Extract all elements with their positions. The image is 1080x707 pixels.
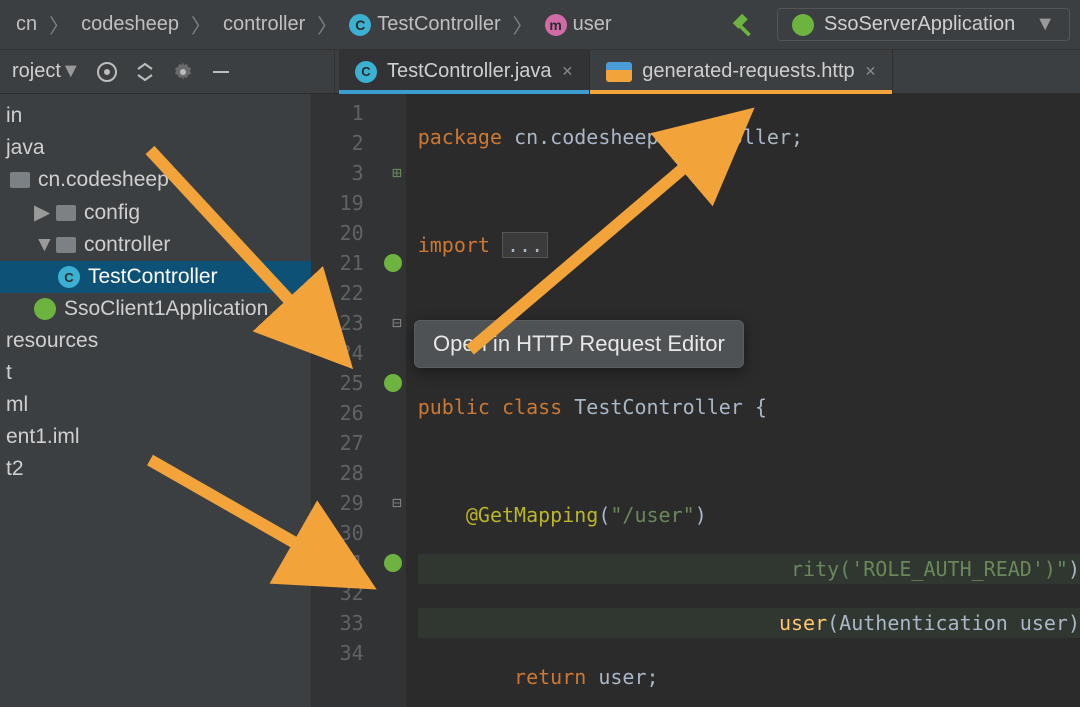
tree-row[interactable]: in [0,100,311,132]
breadcrumb-sep: 〉 [49,10,69,39]
code-param: Authentication user [839,611,1068,635]
gutter-line[interactable]: 22 [312,278,406,308]
gutter-line[interactable]: 21 [312,248,406,278]
close-icon[interactable]: ✕ [865,63,877,80]
spring-boot-icon [792,14,814,36]
tree-row-controller[interactable]: ▼ controller [0,229,311,261]
tree-row-testcontroller[interactable]: C TestController [0,261,311,293]
gutter-line[interactable]: 23⊟ [312,308,406,338]
project-tree[interactable]: in java cn.codesheep ▶ config ▼ controll… [0,94,312,707]
breadcrumb-sep: 〉 [191,10,211,39]
breadcrumb-sep: 〉 [317,10,337,39]
class-icon: C [349,14,371,36]
gutter-line[interactable]: 32 [312,578,406,608]
gutter-line[interactable]: 27 [312,428,406,458]
code-annotation: @GetMapping [466,503,598,527]
breadcrumb-class[interactable]: C TestController [343,11,506,38]
gutter-line[interactable]: 19 [312,188,406,218]
code-kw: package [418,125,502,149]
breadcrumb-method[interactable]: m user [539,11,618,38]
gutter-line[interactable]: 25 [312,368,406,398]
fold-icon[interactable]: ⊟ [392,308,402,338]
build-icon[interactable] [729,10,759,40]
gutter-line[interactable]: 20 [312,218,406,248]
run-config-label: SsoServerApplication [824,13,1015,36]
tooltip-open-http-editor: Open in HTTP Request Editor [414,320,744,368]
gutter-line[interactable]: 33 [312,608,406,638]
code-kw: return [514,665,586,689]
tree-row[interactable]: ml [0,389,311,421]
chevron-down-icon: ▼ [1035,13,1055,36]
spring-boot-icon [34,298,56,320]
code-area[interactable]: package cn.codesheep.controller; import … [406,94,1080,707]
code-str: rity('ROLE_AUTH_READ')" [791,557,1068,581]
tab-label: TestController.java [387,60,552,83]
gutter-line[interactable]: 3⊞ [312,158,406,188]
folded-imports[interactable]: ... [502,232,548,258]
tab-generated-requests[interactable]: generated-requests.http ✕ [590,50,893,93]
code-kw: public class [418,395,563,419]
project-tool-window-header: roject▼ [0,50,335,93]
chevron-down-icon: ▼ [34,233,48,257]
spring-run-icon[interactable] [384,254,402,272]
gutter-line[interactable]: 26 [312,398,406,428]
code-kw: import [418,233,490,257]
http-api-icon [606,62,632,82]
folder-icon [10,172,30,188]
gutter-line[interactable]: 31 [312,548,406,578]
gutter-line[interactable]: 24 [312,338,406,368]
code-str: "/user" [610,503,694,527]
topbar: cn 〉 codesheep 〉 controller 〉 C TestCont… [0,0,1080,50]
gutter-line[interactable]: 28 [312,458,406,488]
row2: roject▼ C TestController.java ✕ generate… [0,50,1080,94]
editor[interactable]: 1 2 3⊞ 19 20 21 22 23⊟ 24 25 26 27 28 29… [312,94,1080,707]
run-config-selector[interactable]: SsoServerApplication ▼ [777,8,1070,41]
code-type: TestController [574,395,743,419]
fold-icon[interactable]: ⊟ [392,488,402,518]
breadcrumb-controller[interactable]: controller [217,11,311,38]
code-text: user [598,665,646,689]
select-opened-file-icon[interactable] [95,60,119,84]
tree-row[interactable]: ent1.iml [0,421,311,453]
tree-row-config[interactable]: ▶ config [0,196,311,229]
tree-row[interactable]: java [0,132,311,164]
code-text: cn.codesheep.controller [514,125,791,149]
tab-label: generated-requests.http [642,60,854,83]
tree-row-package[interactable]: cn.codesheep [0,164,311,196]
chevron-right-icon: ▶ [34,200,48,225]
tree-row-ssoclient[interactable]: SsoClient1Application [0,293,311,325]
gutter-line[interactable]: 1 [312,98,406,128]
class-file-icon: C [355,61,377,83]
main: in java cn.codesheep ▶ config ▼ controll… [0,94,1080,707]
breadcrumb-codesheep[interactable]: codesheep [75,11,185,38]
project-label[interactable]: roject▼ [12,60,81,83]
class-icon: C [58,266,80,288]
settings-icon[interactable] [171,60,195,84]
breadcrumb: cn 〉 codesheep 〉 controller 〉 C TestCont… [10,10,618,39]
method-icon: m [545,14,567,36]
expand-all-icon[interactable] [133,60,157,84]
close-icon[interactable]: ✕ [562,63,574,80]
gutter-line[interactable]: 34 [312,638,406,668]
hide-icon[interactable] [209,60,233,84]
gutter-line[interactable]: 29⊟ [312,488,406,518]
gutter-line[interactable]: 30 [312,518,406,548]
folder-icon [56,237,76,253]
expand-icon[interactable]: ⊞ [392,158,402,188]
folder-icon [56,205,76,221]
spring-run-icon[interactable] [384,374,402,392]
gutter[interactable]: 1 2 3⊞ 19 20 21 22 23⊟ 24 25 26 27 28 29… [312,94,406,707]
breadcrumb-cn[interactable]: cn [10,11,43,38]
tree-row[interactable]: t2 [0,453,311,485]
breadcrumb-sep: 〉 [513,10,533,39]
gutter-line[interactable]: 2 [312,128,406,158]
code-fn: user [779,611,827,635]
spring-run-icon[interactable] [384,554,402,572]
tooltip-text: Open in HTTP Request Editor [433,331,725,356]
editor-tabs: C TestController.java ✕ generated-reques… [335,50,1080,93]
tree-row[interactable]: t [0,357,311,389]
tree-row[interactable]: resources [0,325,311,357]
tab-testcontroller[interactable]: C TestController.java ✕ [339,50,590,93]
